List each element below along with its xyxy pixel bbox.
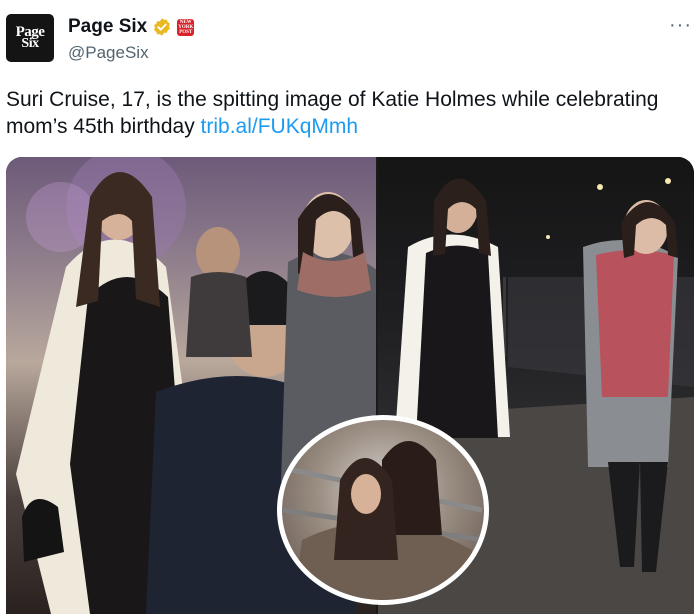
photo-inset-circle[interactable] [277,415,489,605]
tweet-link[interactable]: trib.al/FUKqMmh [201,115,359,138]
tweet-media[interactable] [6,157,694,614]
verified-badge-icon [154,18,171,36]
user-handle[interactable]: @PageSix [68,43,149,63]
name-row: Page Six NEW YORK POST [68,16,195,38]
more-options-icon[interactable]: ··· [669,14,692,37]
affiliate-badge-text: NEW YORK POST [178,19,194,35]
avatar-text-line2: Six [21,36,39,52]
photo-inset-scene [282,441,484,600]
tweet-text: Suri Cruise, 17, is the spitting image o… [6,86,686,140]
display-name[interactable]: Page Six [68,16,147,38]
affiliate-badge-icon[interactable]: NEW YORK POST [177,18,195,36]
avatar[interactable]: Page Six [6,14,54,62]
